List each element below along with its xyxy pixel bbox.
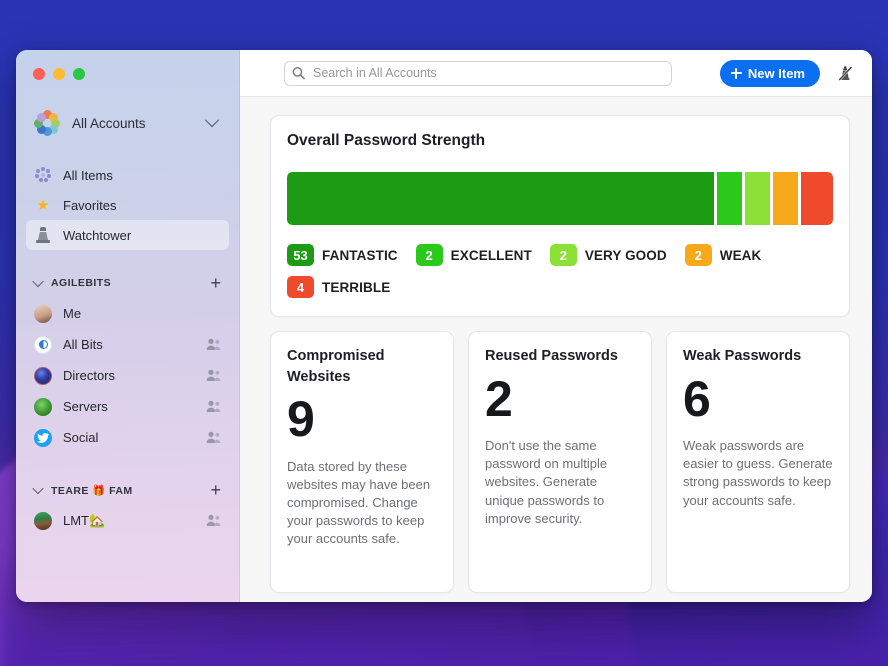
legend-item-very-good: 2 VERY GOOD: [549, 244, 667, 266]
sidebar-section-header-agilebits[interactable]: AGILEBITS +: [26, 272, 229, 294]
strength-bar-segment-fantastic: [287, 172, 714, 225]
chevron-down-icon[interactable]: [204, 113, 220, 128]
shared-vault-icon: [206, 514, 221, 527]
chevron-down-icon[interactable]: [32, 482, 44, 495]
legend-count-badge: 2: [549, 244, 577, 266]
stat-title: Compromised Websites: [287, 348, 385, 385]
zoom-button[interactable]: [73, 68, 85, 80]
sidebar-nav: All Items ★ Favorites Watchtower: [16, 160, 239, 250]
vault-label: Social: [63, 430, 99, 445]
stat-title: Reused Passwords: [485, 348, 618, 364]
star-icon: ★: [36, 196, 50, 214]
password-strength-legend: 53 FANTASTIC 2 EXCELLENT 2 VERY GOOD 2 WEAK 4 TER…: [287, 244, 833, 298]
account-switcher[interactable]: All Accounts: [26, 104, 229, 142]
stat-card-reused-passwords[interactable]: Reused Passwords 2 Don't use the same pa…: [468, 331, 652, 593]
toolbar: New Item: [240, 50, 872, 97]
strength-bar-segment-terrible: [800, 172, 833, 225]
minimize-button[interactable]: [53, 68, 65, 80]
stat-title: Weak Passwords: [683, 348, 802, 364]
stat-description: Don't use the same password on multiple …: [485, 438, 608, 526]
servers-avatar: [34, 397, 52, 416]
vault-label: Me: [63, 306, 82, 321]
watchtower-content: Overall Password Strength 53 FANTASTIC 2 EX…: [240, 97, 872, 602]
stat-description: Data stored by these websites may have b…: [287, 458, 431, 547]
search-input[interactable]: [284, 60, 672, 86]
strength-bar-segment-weak: [772, 172, 798, 225]
sidebar-item-all-items[interactable]: All Items: [26, 160, 229, 190]
card-title: Overall Password Strength: [287, 132, 486, 149]
legend-count-badge: 4: [287, 276, 314, 298]
strength-bar-segment-excellent: [716, 172, 742, 225]
sidebar-item-label: All Items: [63, 167, 113, 183]
sidebar-item-favorites[interactable]: ★ Favorites: [26, 190, 229, 220]
shared-vault-icon: [206, 400, 221, 413]
legend-count-badge: 53: [287, 244, 314, 266]
app-window: All Accounts All Items ★ Favorites Watch…: [16, 50, 872, 602]
sidebar-item-label: Favorites: [63, 197, 117, 213]
overall-password-strength-card: Overall Password Strength 53 FANTASTIC 2 EX…: [270, 115, 850, 317]
vault-label: LMT🏡: [63, 512, 106, 528]
legend-item-excellent: 2 EXCELLENT: [415, 244, 532, 266]
stat-card-compromised-websites[interactable]: Compromised Websites 9 Data stored by th…: [270, 331, 454, 593]
stat-description: Weak passwords are easier to guess. Gene…: [683, 438, 833, 508]
sidebar-vault-social[interactable]: Social: [26, 422, 229, 453]
sidebar-vault-servers[interactable]: Servers: [26, 391, 229, 422]
lighthouse-icon: [34, 226, 52, 244]
sidebar-vault-me[interactable]: Me: [26, 298, 229, 329]
legend-label: EXCELLENT: [450, 247, 532, 263]
close-button[interactable]: [33, 68, 45, 80]
all-bits-avatar: [34, 335, 52, 354]
new-item-label: New Item: [747, 65, 805, 81]
stat-cards-row: Compromised Websites 9 Data stored by th…: [270, 331, 850, 593]
stat-card-weak-passwords[interactable]: Weak Passwords 6 Weak passwords are easi…: [666, 331, 850, 593]
sidebar-vault-all-bits[interactable]: All Bits: [26, 329, 229, 360]
legend-label: VERY GOOD: [584, 247, 667, 263]
sidebar-section-title: TEARE 🎁 FAM: [51, 484, 133, 497]
new-item-button[interactable]: New Item: [719, 59, 820, 87]
sidebar-section-header-teare-fam[interactable]: TEARE 🎁 FAM +: [26, 479, 229, 501]
legend-item-terrible: 4 TERRIBLE: [287, 276, 390, 298]
social-avatar: [34, 428, 52, 447]
stat-value: 9: [287, 391, 315, 448]
person-avatar: [34, 304, 52, 323]
legend-label: FANTASTIC: [322, 247, 398, 263]
sidebar-section-title: AGILEBITS: [51, 277, 112, 289]
stat-value: 6: [683, 370, 711, 427]
all-items-icon: [34, 166, 52, 184]
sidebar-item-label: Watchtower: [63, 227, 132, 243]
sidebar: All Accounts All Items ★ Favorites Watch…: [16, 50, 240, 602]
legend-item-fantastic: 53 FANTASTIC: [287, 244, 398, 266]
shared-vault-icon: [206, 431, 221, 444]
sidebar-vault-lmt[interactable]: LMT🏡: [26, 505, 229, 536]
vault-label: All Bits: [63, 337, 103, 352]
account-ring-icon: [34, 110, 60, 136]
stat-value: 2: [485, 370, 513, 427]
watchtower-off-icon[interactable]: [834, 62, 856, 84]
plus-icon: [730, 67, 742, 79]
legend-label: TERRIBLE: [322, 279, 391, 295]
shared-vault-icon: [206, 369, 221, 382]
chevron-down-icon[interactable]: [32, 275, 44, 288]
vault-label: Servers: [63, 399, 108, 414]
account-name: All Accounts: [72, 115, 146, 131]
shared-vault-icon: [206, 338, 221, 351]
legend-item-weak: 2 WEAK: [684, 244, 762, 266]
main-panel: New Item Overall Password Strength 53 FAN…: [240, 50, 872, 602]
strength-bar-segment-very-good: [744, 172, 770, 225]
add-vault-button[interactable]: +: [210, 481, 221, 499]
add-vault-button[interactable]: +: [210, 274, 221, 292]
directors-avatar: [34, 366, 52, 385]
legend-count-badge: 2: [684, 244, 712, 266]
sidebar-item-watchtower[interactable]: Watchtower: [26, 220, 229, 250]
sidebar-vault-directors[interactable]: Directors: [26, 360, 229, 391]
lmt-avatar: [34, 511, 52, 530]
legend-label: WEAK: [719, 247, 762, 263]
window-traffic-lights: [16, 50, 239, 80]
legend-count-badge: 2: [415, 244, 443, 266]
search-field-wrapper: [284, 60, 672, 86]
vault-label: Directors: [63, 368, 116, 383]
password-strength-bar: [287, 172, 833, 225]
